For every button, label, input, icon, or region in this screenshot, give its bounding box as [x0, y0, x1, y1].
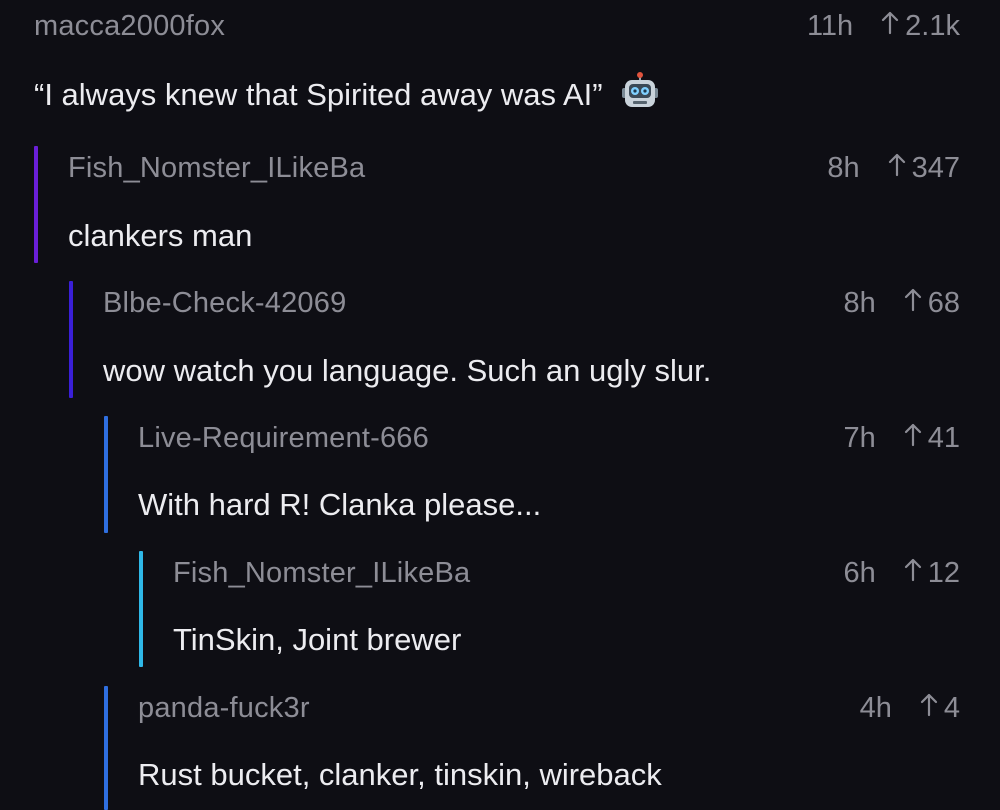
comment-body: clankers man: [68, 214, 960, 258]
comment-meta: 7h 41: [843, 422, 960, 455]
arrow-up-icon: [904, 287, 922, 320]
comment-score: 2.1k: [905, 9, 960, 42]
thread-line[interactable]: [34, 146, 38, 263]
arrow-up-icon: [904, 422, 922, 455]
thread-line[interactable]: [69, 281, 73, 398]
comment-body: With hard R! Clanka please...: [138, 483, 960, 527]
comment-age: 8h: [843, 286, 876, 319]
comment-header: Live-Requirement-666 7h 41: [138, 418, 960, 458]
comment-reply: Live-Requirement-666 7h 41 With hard R! …: [104, 416, 960, 533]
comment-reply: panda-fuck3r 4h 4 Rust bucket, clanker, …: [104, 686, 960, 810]
comment-reply: Fish_Nomster_ILikeBa 6h 12 TinSkin, Join…: [139, 551, 960, 667]
upvote-button[interactable]: 68: [904, 287, 960, 320]
comment-header: Fish_Nomster_ILikeBa 8h 347: [68, 148, 960, 188]
comment-author[interactable]: Live-Requirement-666: [138, 422, 429, 455]
arrow-up-icon: [881, 10, 899, 43]
upvote-button[interactable]: 347: [888, 152, 960, 185]
arrow-up-icon: [904, 557, 922, 590]
thread-line[interactable]: [139, 551, 143, 667]
comment-age: 6h: [843, 556, 876, 589]
comment-text: wow watch you language. Such an ugly slu…: [103, 353, 712, 388]
comment-reply: Blbe-Check-42069 8h 68 wow watch you lan…: [69, 281, 960, 398]
comment-score: 4: [943, 691, 960, 724]
comment-text: Rust bucket, clanker, tinskin, wireback: [138, 757, 662, 792]
thread-line[interactable]: [104, 686, 108, 810]
comment-age: 7h: [843, 421, 876, 454]
comment-header: Fish_Nomster_ILikeBa 6h 12: [173, 553, 960, 593]
comment-body: TinSkin, Joint brewer: [173, 618, 960, 662]
comment-meta: 4h 4: [860, 692, 960, 725]
comment-author[interactable]: Fish_Nomster_ILikeBa: [173, 557, 470, 590]
comment-age: 4h: [859, 691, 892, 724]
comment-text: “I always knew that Spirited away was AI…: [34, 77, 603, 112]
comment-meta: 6h 12: [843, 557, 960, 590]
comment-header: panda-fuck3r 4h 4: [138, 688, 960, 728]
comment-header: macca2000fox 11h 2.1k: [34, 6, 960, 46]
comment-age: 8h: [827, 151, 860, 184]
comment-text: clankers man: [68, 218, 253, 253]
comment-text: With hard R! Clanka please...: [138, 487, 542, 522]
thread-line[interactable]: [104, 416, 108, 533]
comment-score: 41: [927, 421, 960, 454]
comment-author[interactable]: panda-fuck3r: [138, 692, 310, 725]
comment-body: Rust bucket, clanker, tinskin, wireback: [138, 753, 960, 797]
comment-author[interactable]: Blbe-Check-42069: [103, 287, 346, 320]
arrow-up-icon: [888, 152, 906, 185]
comment-author[interactable]: macca2000fox: [34, 10, 225, 43]
robot-face-icon: [621, 72, 659, 118]
arrow-up-icon: [920, 692, 938, 725]
comment-score: 68: [927, 286, 960, 319]
comment-meta: 11h 2.1k: [807, 10, 960, 43]
upvote-button[interactable]: 41: [904, 422, 960, 455]
comment-meta: 8h 68: [843, 287, 960, 320]
comment-body: “I always knew that Spirited away was AI…: [34, 72, 960, 118]
comment-age: 11h: [806, 9, 854, 42]
comment-meta: 8h 347: [827, 152, 960, 185]
upvote-button[interactable]: 2.1k: [881, 10, 960, 43]
comment-reply: Fish_Nomster_ILikeBa 8h 347 clankers man: [34, 146, 960, 263]
upvote-button[interactable]: 4: [920, 692, 960, 725]
comment-text: TinSkin, Joint brewer: [173, 622, 462, 657]
comment-top-level: macca2000fox 11h 2.1k “I always knew tha…: [34, 6, 960, 126]
comment-score: 12: [927, 556, 960, 589]
comment-author[interactable]: Fish_Nomster_ILikeBa: [68, 152, 365, 185]
comment-header: Blbe-Check-42069 8h 68: [103, 283, 960, 323]
comment-score: 347: [911, 151, 960, 184]
comment-body: wow watch you language. Such an ugly slu…: [103, 349, 960, 393]
upvote-button[interactable]: 12: [904, 557, 960, 590]
